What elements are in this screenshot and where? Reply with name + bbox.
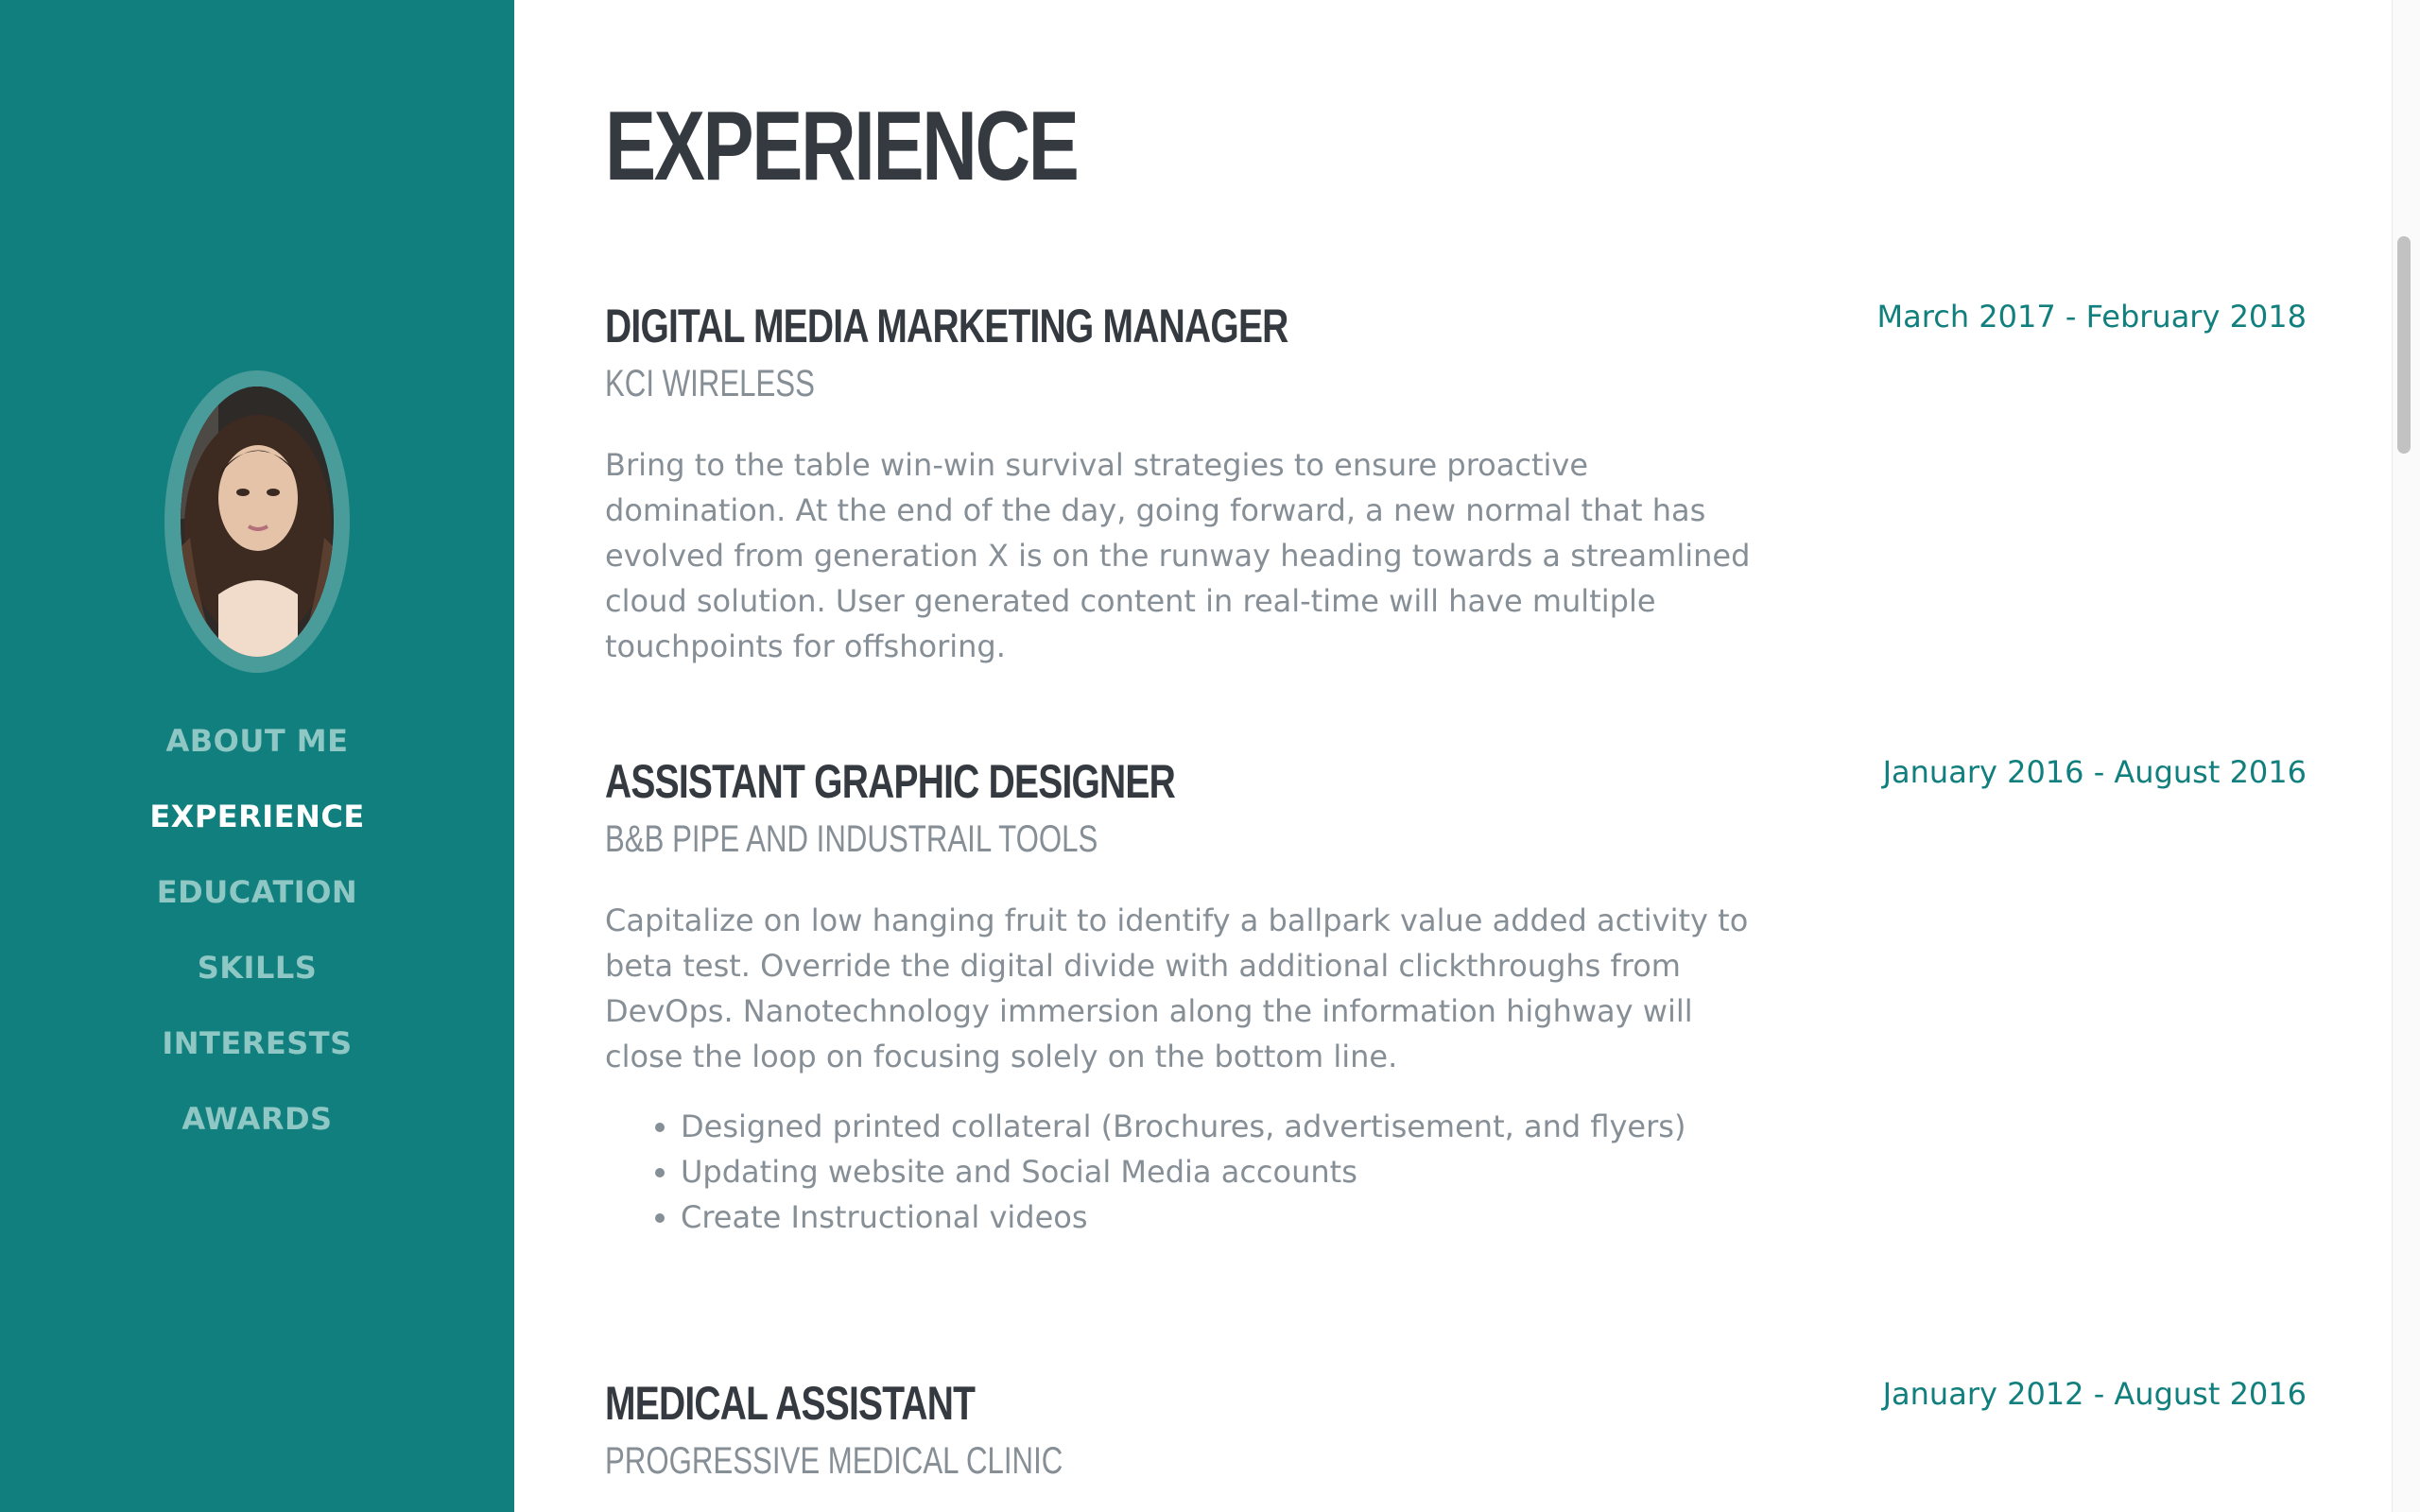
- job-bullet-list: Designed printed collateral (Brochures, …: [605, 1104, 2307, 1240]
- page-title: EXPERIENCE: [605, 92, 1080, 201]
- job-title: ASSISTANT GRAPHIC DESIGNER: [605, 755, 1176, 808]
- sidebar-nav: ABOUT ME EXPERIENCE EDUCATION SKILLS INT…: [0, 713, 514, 1166]
- main-content: EXPERIENCE DIGITAL MEDIA MARKETING MANAG…: [514, 0, 2392, 1512]
- job-date: January 2012 - August 2016: [1882, 1376, 2307, 1412]
- nav-item-about-me[interactable]: ABOUT ME: [0, 713, 514, 788]
- job-description: Bring to the table win-win survival stra…: [605, 447, 1751, 664]
- scrollbar-thumb[interactable]: [2397, 236, 2411, 454]
- job-bullet: Designed printed collateral (Brochures, …: [681, 1104, 2307, 1149]
- job-title: MEDICAL ASSISTANT: [605, 1377, 976, 1430]
- job-date: March 2017 - February 2018: [1876, 299, 2307, 335]
- job-title: DIGITAL MEDIA MARKETING MANAGER: [605, 300, 1288, 352]
- job-company: B&B PIPE AND INDUSTRAIL TOOLS: [605, 818, 1098, 860]
- job-bullet: Updating website and Social Media accoun…: [681, 1149, 2307, 1194]
- sidebar: ABOUT ME EXPERIENCE EDUCATION SKILLS INT…: [0, 0, 514, 1512]
- avatar: [181, 387, 334, 657]
- avatar-frame: [164, 370, 350, 673]
- nav-item-interests[interactable]: INTERESTS: [0, 1015, 514, 1091]
- nav-item-education[interactable]: EDUCATION: [0, 864, 514, 939]
- experience-entry: MEDICAL ASSISTANT PROGRESSIVE MEDICAL CL…: [605, 1376, 2307, 1487]
- job-bullet: Create Instructional videos: [681, 1194, 2307, 1240]
- job-company: KCI WIRELESS: [605, 363, 815, 404]
- nav-item-skills[interactable]: SKILLS: [0, 939, 514, 1015]
- experience-entry: ASSISTANT GRAPHIC DESIGNER B&B PIPE AND …: [605, 754, 2307, 1240]
- nav-item-awards[interactable]: AWARDS: [0, 1091, 514, 1166]
- scrollbar-track[interactable]: [2392, 0, 2420, 1512]
- job-company: PROGRESSIVE MEDICAL CLINIC: [605, 1440, 1063, 1482]
- job-description: Capitalize on low hanging fruit to ident…: [605, 902, 1749, 1074]
- nav-item-experience[interactable]: EXPERIENCE: [0, 788, 514, 864]
- avatar-photo: [181, 387, 334, 657]
- experience-entry: DIGITAL MEDIA MARKETING MANAGER KCI WIRE…: [605, 299, 2307, 669]
- job-date: January 2016 - August 2016: [1882, 754, 2307, 790]
